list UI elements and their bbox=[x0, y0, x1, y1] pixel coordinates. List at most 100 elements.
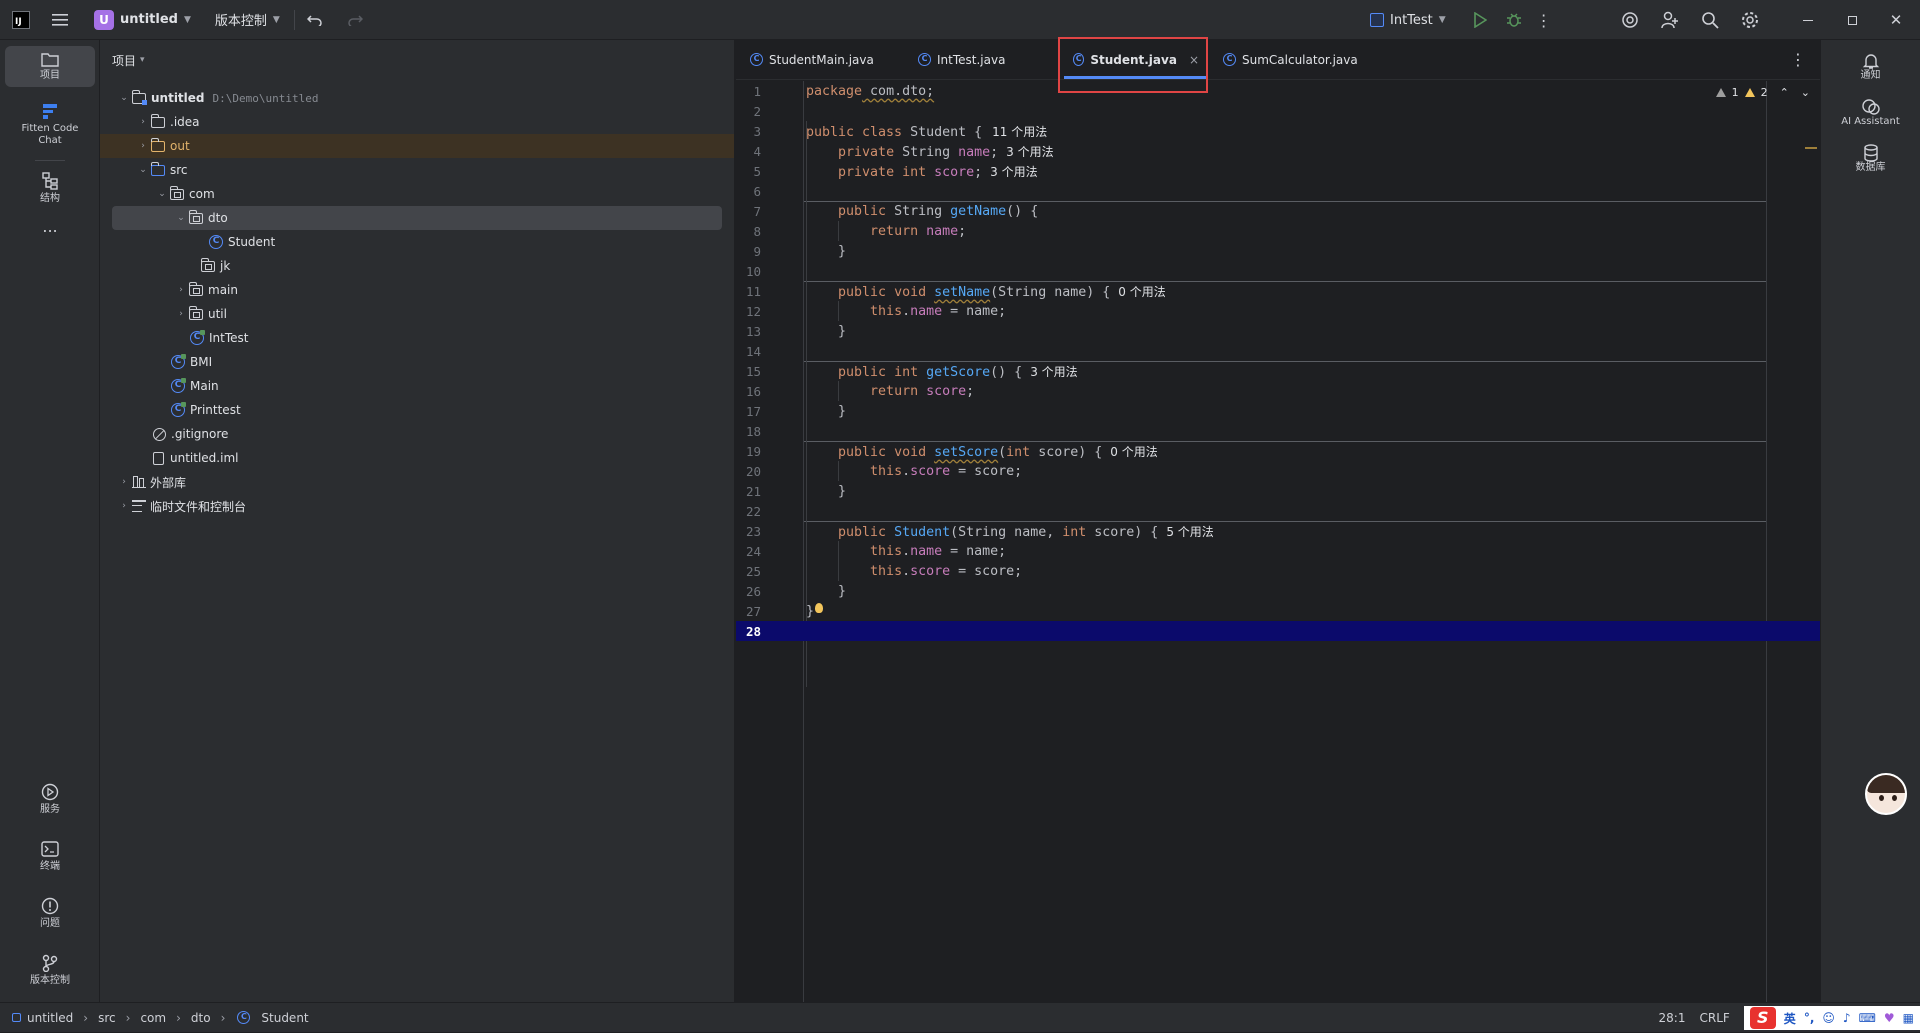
code-token: ; bbox=[974, 164, 983, 180]
tool-notifications[interactable]: 通知 bbox=[1821, 52, 1920, 82]
tree-item-util[interactable]: › util bbox=[100, 302, 734, 326]
usage-hint[interactable]: 0 个用法 bbox=[1118, 285, 1165, 299]
add-user-icon bbox=[1661, 11, 1678, 29]
editor-tab-bar: C StudentMain.java C IntTest.java C Stud… bbox=[736, 37, 1820, 93]
toolbox-icon[interactable]: ▦ bbox=[1903, 1011, 1914, 1025]
tool-problems[interactable]: 问题 bbox=[5, 892, 95, 935]
close-window-button[interactable]: ✕ bbox=[1874, 6, 1918, 34]
code-editor[interactable]: 1 2 ⌃ ⌄ 1 package com.dto; 2 3 public clas… bbox=[736, 81, 1820, 1002]
tree-item-label: BMI bbox=[190, 355, 213, 369]
tree-item-label: Printtest bbox=[190, 403, 241, 417]
tree-item-src[interactable]: ⌄ src bbox=[100, 158, 734, 182]
tool-label: 终端 bbox=[40, 861, 60, 872]
caret-position[interactable]: 28:1 bbox=[1659, 1011, 1686, 1025]
tool-vcs[interactable]: 版本控制 bbox=[5, 949, 95, 992]
breadcrumb-item[interactable]: src bbox=[98, 1011, 116, 1025]
assistant-avatar[interactable] bbox=[1865, 773, 1907, 815]
tree-item-untitled-iml[interactable]: untitled.iml bbox=[100, 446, 734, 470]
tree-item-jk[interactable]: jk bbox=[100, 254, 734, 278]
punctuation-icon[interactable]: °, bbox=[1804, 1011, 1815, 1025]
project-panel-header[interactable]: 项目 ▾ bbox=[100, 40, 734, 80]
tool-fitten-code-chat[interactable]: Fitten Code Chat bbox=[5, 97, 95, 152]
ai-swirl-button[interactable] bbox=[1616, 6, 1644, 34]
debug-bug-icon bbox=[1506, 13, 1521, 27]
vcs-menu[interactable]: 版本控制 ▼ bbox=[207, 6, 288, 34]
more-actions-button[interactable]: ⋮ bbox=[1530, 6, 1558, 34]
tool-structure[interactable]: 结构 bbox=[5, 167, 95, 210]
tree-item-scratches[interactable]: › 临时文件和控制台 bbox=[100, 494, 734, 518]
tree-item-idea[interactable]: › .idea bbox=[100, 110, 734, 134]
usage-hint[interactable]: 11 个用法 bbox=[992, 125, 1047, 139]
tab-close-icon[interactable]: × bbox=[1189, 53, 1199, 67]
code-line-4: 4 private String name; 3 个用法 bbox=[736, 141, 1820, 161]
run-config-selector[interactable]: IntTest ▼ bbox=[1362, 6, 1454, 34]
ime-language[interactable]: 英 bbox=[1784, 1010, 1796, 1027]
tree-item-inttest[interactable]: C IntTest bbox=[100, 326, 734, 350]
main-menu-button[interactable] bbox=[46, 6, 74, 34]
code-line-23: 23 public Student(String name, int score… bbox=[736, 521, 1820, 541]
code-token: this bbox=[870, 303, 903, 319]
tab-sumcalculator[interactable]: C SumCalculator.java bbox=[1211, 40, 1370, 79]
usage-hint[interactable]: 3 个用法 bbox=[1030, 365, 1077, 379]
minimize-button[interactable] bbox=[1786, 6, 1830, 34]
tree-item-main[interactable]: › main bbox=[100, 278, 734, 302]
code-token: String bbox=[886, 203, 951, 219]
tree-item-main-class[interactable]: C Main bbox=[100, 374, 734, 398]
intellij-logo-icon[interactable]: IJ bbox=[12, 10, 30, 29]
usage-hint[interactable]: 5 个用法 bbox=[1166, 525, 1213, 539]
tree-item-external-libraries[interactable]: › 外部库 bbox=[100, 470, 734, 494]
usage-hint[interactable]: 3 个用法 bbox=[1006, 145, 1053, 159]
tree-item-untitled[interactable]: ⌄ untitled D:\Demo\untitled bbox=[100, 86, 734, 110]
titlebar-right-actions bbox=[1616, 6, 1764, 34]
tree-item-label: jk bbox=[220, 259, 231, 273]
microphone-icon[interactable]: ♪ bbox=[1843, 1011, 1851, 1025]
settings-button[interactable] bbox=[1736, 6, 1764, 34]
search-button[interactable] bbox=[1696, 6, 1724, 34]
redo-button[interactable] bbox=[341, 6, 369, 34]
restore-button[interactable] bbox=[1830, 6, 1874, 34]
add-user-button[interactable] bbox=[1656, 6, 1684, 34]
ime-toolbar[interactable]: S 英 °, ☺ ♪ ⌨ ♥ ▦ bbox=[1743, 1006, 1920, 1030]
keyboard-icon[interactable]: ⌨ bbox=[1859, 1011, 1876, 1025]
tab-inttest[interactable]: C IntTest.java bbox=[906, 40, 1056, 79]
tab-options-icon[interactable]: ⋮ bbox=[1790, 50, 1806, 69]
breadcrumb-item[interactable]: Student bbox=[261, 1011, 308, 1025]
emoji-icon[interactable]: ☺ bbox=[1822, 1011, 1835, 1025]
minimize-icon bbox=[1803, 19, 1813, 21]
tab-studentmain[interactable]: C StudentMain.java bbox=[736, 40, 906, 79]
breadcrumb-item[interactable]: com bbox=[140, 1011, 166, 1025]
tool-ai-assistant[interactable]: AI Assistant bbox=[1821, 98, 1920, 128]
line-ending[interactable]: CRLF bbox=[1699, 1011, 1729, 1025]
tree-item-student[interactable]: C Student bbox=[100, 230, 734, 254]
line-number: 20 bbox=[745, 463, 761, 479]
undo-button[interactable] bbox=[301, 6, 329, 34]
tool-more[interactable]: ... bbox=[5, 216, 95, 238]
tool-project[interactable]: 项目 bbox=[5, 46, 95, 87]
code-line-2: 2 bbox=[736, 101, 1820, 121]
debug-button[interactable] bbox=[1500, 6, 1528, 34]
collapsed-arrow-icon: › bbox=[141, 117, 145, 127]
tree-item-out[interactable]: › out bbox=[100, 134, 734, 158]
breadcrumb-item[interactable]: dto bbox=[191, 1011, 211, 1025]
tree-item-gitignore[interactable]: .gitignore bbox=[100, 422, 734, 446]
tool-database[interactable]: 数据库 bbox=[1821, 144, 1920, 174]
skin-icon[interactable]: ♥ bbox=[1884, 1011, 1895, 1025]
lightbulb-icon[interactable] bbox=[815, 603, 823, 613]
tree-item-bmi[interactable]: C BMI bbox=[100, 350, 734, 374]
usage-hint[interactable]: 0 个用法 bbox=[1110, 445, 1157, 459]
tool-terminal[interactable]: 终端 bbox=[5, 835, 95, 878]
line-number: 14 bbox=[745, 343, 761, 359]
run-button[interactable] bbox=[1466, 6, 1494, 34]
code-token: this bbox=[870, 563, 903, 579]
project-selector[interactable]: U untitled ▼ bbox=[86, 6, 199, 34]
gear-icon bbox=[1742, 12, 1758, 28]
tool-services[interactable]: 服务 bbox=[5, 778, 95, 821]
line-number: 6 bbox=[753, 183, 761, 199]
tab-student[interactable]: C Student.java × bbox=[1061, 40, 1211, 79]
tree-item-printtest[interactable]: C Printtest bbox=[100, 398, 734, 422]
package-icon bbox=[188, 209, 203, 224]
tree-item-com[interactable]: ⌄ com bbox=[100, 182, 734, 206]
tree-item-dto[interactable]: ⌄ dto bbox=[112, 206, 722, 230]
breadcrumb-item[interactable]: untitled bbox=[27, 1011, 73, 1025]
usage-hint[interactable]: 3 个用法 bbox=[990, 165, 1037, 179]
